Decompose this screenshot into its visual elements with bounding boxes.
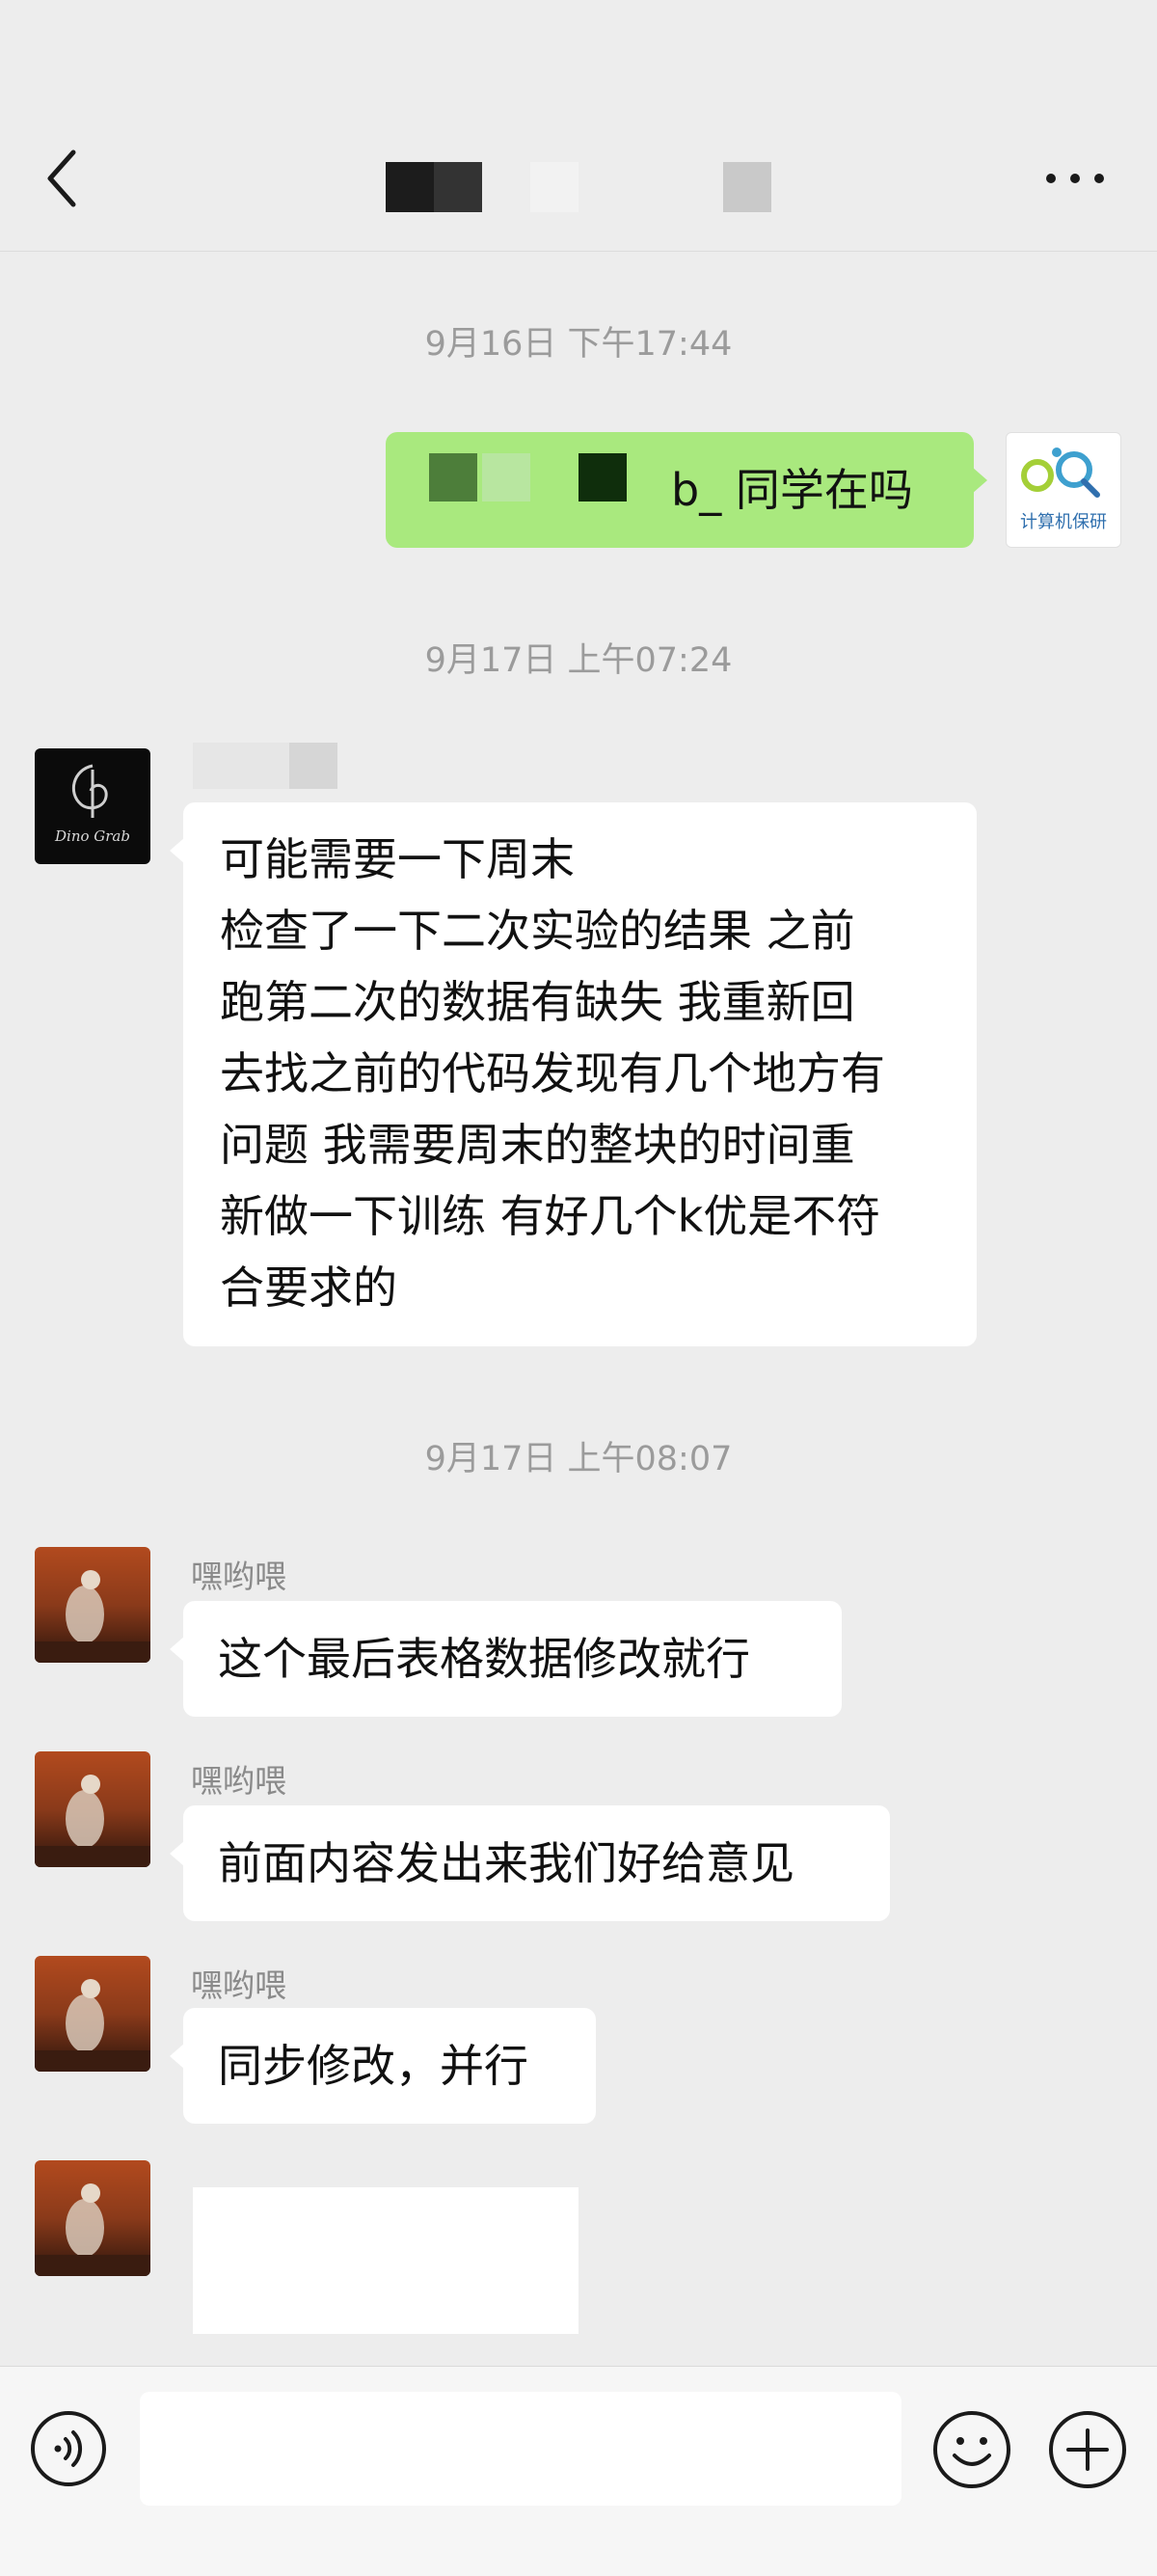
- avatar-figure-icon: [35, 1570, 150, 1663]
- avatar-figure-icon: [35, 2183, 150, 2276]
- avatar-label: 计算机保研: [1020, 512, 1107, 532]
- contact-avatar[interactable]: [35, 1547, 150, 1663]
- contact-avatar[interactable]: [35, 1956, 150, 2072]
- back-chevron-icon[interactable]: [39, 145, 87, 212]
- timestamp: 9月16日 下午17:44: [424, 325, 733, 364]
- message-text: 同步修改，并行: [218, 2040, 528, 2092]
- message-bubble-self[interactable]: b_ 同学在吗: [386, 432, 987, 548]
- redacted-block: [429, 453, 477, 502]
- message-bubble-other[interactable]: 这个最后表格数据修改就行: [170, 1601, 842, 1717]
- avatar-emblem-icon: [71, 764, 108, 818]
- chat-title-redacted: [386, 162, 791, 212]
- avatar-figure-icon: [35, 1979, 150, 2072]
- sender-name-redacted: [193, 743, 337, 789]
- sender-name: 嘿哟喂: [191, 1558, 286, 1595]
- input-bar: [0, 2366, 1157, 2576]
- voice-icon[interactable]: [29, 2409, 108, 2488]
- timestamp: 9月17日 上午08:07: [424, 1440, 733, 1478]
- message-text: 可能需要一下周末 检查了一下二次实验的结果 之前 跑第二次的数据有缺失 我重新回…: [220, 833, 885, 1314]
- message-text: b_ 同学在吗: [671, 464, 913, 516]
- contact-avatar[interactable]: Dino Grab: [35, 748, 150, 864]
- self-avatar[interactable]: 计算机保研: [1006, 432, 1121, 548]
- timestamp: 9月17日 上午07:24: [424, 641, 733, 680]
- redacted-block: [482, 453, 530, 502]
- contact-avatar[interactable]: [35, 2160, 150, 2276]
- message-bubble-other[interactable]: 前面内容发出来我们好给意见: [170, 1805, 890, 1921]
- redacted-message: [193, 2187, 578, 2334]
- contact-avatar[interactable]: [35, 1751, 150, 1867]
- emoji-icon[interactable]: [931, 2409, 1012, 2490]
- message-bubble-other[interactable]: 同步修改，并行: [170, 2008, 596, 2124]
- avatar-label: Dino Grab: [55, 827, 130, 845]
- sender-name: 嘿哟喂: [191, 1762, 286, 1800]
- message-text: 前面内容发出来我们好给意见: [218, 1837, 794, 1889]
- more-dots-icon[interactable]: [1041, 164, 1109, 193]
- avatar-figure-icon: [35, 1775, 150, 1867]
- redacted-block: [578, 453, 627, 502]
- message-bubble-other[interactable]: 可能需要一下周末 检查了一下二次实验的结果 之前 跑第二次的数据有缺失 我重新回…: [170, 802, 977, 1346]
- sender-name: 嘿哟喂: [191, 1966, 286, 2004]
- message-input[interactable]: [140, 2392, 901, 2506]
- plus-icon[interactable]: [1047, 2409, 1128, 2490]
- message-text: 这个最后表格数据修改就行: [218, 1633, 750, 1685]
- chat-header: [0, 0, 1157, 252]
